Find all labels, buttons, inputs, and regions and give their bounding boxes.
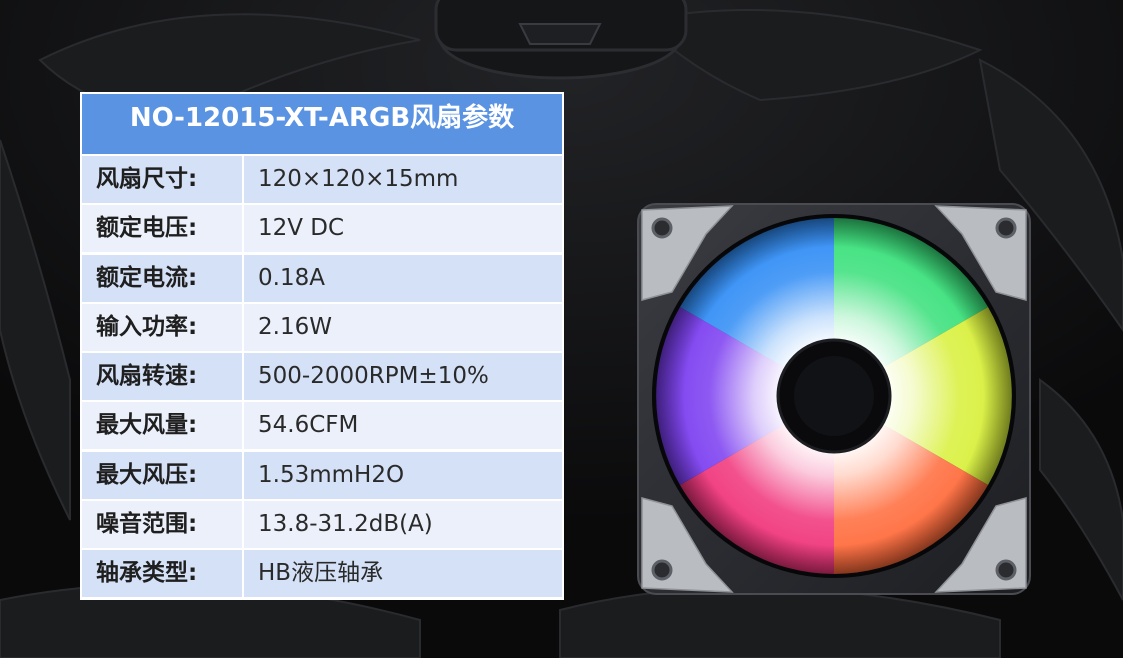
spec-table-title: NO-12015-XT-ARGB风扇参数: [82, 94, 562, 154]
spec-value: 120×120×15mm: [244, 156, 562, 203]
spec-label: 额定电流:: [82, 254, 242, 302]
spec-label: 轴承类型:: [82, 550, 242, 598]
spec-rows: 风扇尺寸: 120×120×15mm 额定电压: 12V DC 额定电流: 0.…: [82, 156, 562, 600]
spec-label: 输入功率:: [82, 303, 242, 351]
spec-label: 噪音范围:: [82, 501, 242, 549]
spec-row: 额定电流: 0.18A: [82, 254, 562, 302]
spec-label: 风扇转速:: [82, 353, 242, 401]
spec-label: 额定电压:: [82, 205, 242, 253]
spec-value: 54.6CFM: [244, 402, 562, 450]
spec-value: 12V DC: [244, 205, 562, 253]
spec-value: 2.16W: [244, 303, 562, 351]
spec-label: 最大风压:: [82, 451, 242, 499]
spec-row: 最大风压: 1.53mmH2O: [82, 451, 562, 499]
argb-fan-image: [637, 203, 1031, 595]
spec-value: 500-2000RPM±10%: [244, 353, 562, 401]
spec-value: 0.18A: [244, 254, 562, 302]
spec-row: 轴承类型: HB液压轴承: [82, 550, 562, 598]
spec-row: 噪音范围: 13.8-31.2dB(A): [82, 501, 562, 549]
spec-value: 1.53mmH2O: [244, 451, 562, 499]
spec-row: 最大风量: 54.6CFM: [82, 402, 562, 450]
spec-row: 输入功率: 2.16W: [82, 303, 562, 351]
spec-value: 13.8-31.2dB(A): [244, 501, 562, 549]
spec-row: 风扇转速: 500-2000RPM±10%: [82, 353, 562, 401]
spec-row: 风扇尺寸: 120×120×15mm: [82, 156, 562, 203]
spec-label: 风扇尺寸:: [82, 156, 242, 203]
spec-table: NO-12015-XT-ARGB风扇参数 风扇尺寸: 120×120×15mm …: [80, 92, 564, 600]
spec-row: 额定电压: 12V DC: [82, 205, 562, 253]
spec-value: HB液压轴承: [244, 550, 562, 598]
spec-label: 最大风量:: [82, 402, 242, 450]
